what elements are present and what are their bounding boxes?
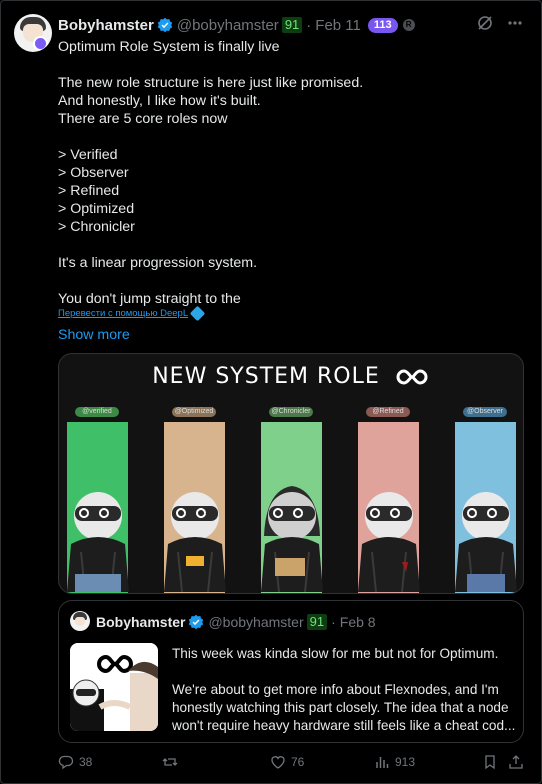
share-icon — [509, 755, 523, 769]
post-line: You don't jump straight to the — [58, 291, 241, 307]
post-line — [58, 56, 518, 74]
quote-author-name[interactable]: Bobyhamster — [96, 614, 185, 630]
reply-icon — [58, 755, 74, 770]
post-header: Bobyhamster @bobyhamster 91 · Feb 11 113… — [58, 15, 415, 35]
hamster-character — [261, 486, 323, 592]
share-button[interactable] — [508, 754, 524, 770]
post-body: Optimum Role System is finally live The … — [58, 38, 518, 308]
post-line: > Optimized — [58, 201, 135, 217]
top-right-icons — [476, 14, 524, 32]
role-tag: @Optimized — [172, 407, 216, 417]
heart-icon — [271, 756, 285, 769]
translate-label: Перевести с помощью DeepL — [58, 308, 189, 319]
post-date[interactable]: Feb 11 — [315, 17, 361, 34]
role-tag: @verified — [75, 407, 119, 417]
hamster-character — [358, 492, 420, 592]
r-badge: R — [402, 19, 415, 31]
post-line — [58, 236, 518, 254]
bookmark-icon — [485, 755, 495, 770]
quote-author-handle[interactable]: @bobyhamster — [208, 614, 303, 630]
like-count: 76 — [291, 755, 305, 769]
views-count: 913 — [395, 755, 416, 769]
media-title-text: NEW SYSTEM ROLE — [152, 364, 380, 389]
like-button[interactable]: 76 — [270, 754, 304, 770]
role-tag: @Chronicler — [269, 407, 313, 417]
post-line — [58, 128, 518, 146]
verified-badge-icon — [157, 17, 173, 33]
grok-icon[interactable] — [476, 14, 494, 32]
media-title: NEW SYSTEM ROLE — [59, 364, 523, 389]
views-icon — [376, 757, 389, 768]
author-handle[interactable]: @bobyhamster — [177, 17, 279, 34]
role-tag: @Refined — [366, 407, 410, 417]
post-line: There are 5 core roles now — [58, 111, 228, 127]
post-line: > Verified — [58, 147, 118, 163]
show-more-link[interactable]: Show more — [58, 327, 130, 343]
hamster-character — [67, 492, 129, 592]
quote-date[interactable]: Feb 8 — [340, 614, 376, 630]
quote-thumbnail[interactable] — [70, 643, 158, 731]
post-line: > Chronicler — [58, 219, 135, 235]
hamster-character — [455, 492, 517, 592]
reply-count: 38 — [79, 755, 93, 769]
quote-body: This week was kinda slow for me but not … — [172, 645, 517, 735]
post-line: It's a linear progression system. — [58, 255, 258, 271]
action-bar: 38 76 913 — [58, 754, 524, 774]
author-name[interactable]: Bobyhamster — [58, 17, 154, 34]
bookmark-button[interactable] — [482, 754, 498, 770]
quote-line: honestly watching this part closely. The… — [172, 700, 509, 715]
hamster-character — [164, 492, 226, 592]
quote-line: won't require heavy hardware still feels… — [172, 718, 516, 733]
post-line: Optimum Role System is finally live — [58, 39, 280, 55]
author-avatar[interactable] — [14, 14, 52, 52]
repost-icon — [162, 758, 178, 766]
quote-header: Bobyhamster @bobyhamster 91 · Feb 8 — [96, 614, 376, 630]
translate-link[interactable]: Перевести с помощью DeepL — [58, 305, 206, 322]
role-tag: @Observer — [463, 407, 507, 417]
views-button[interactable]: 913 — [374, 754, 415, 770]
quote-line: This week was kinda slow for me but not … — [172, 646, 499, 661]
quoted-post[interactable]: Bobyhamster @bobyhamster 91 · Feb 8 This… — [58, 600, 524, 743]
quote-author-avatar[interactable] — [70, 611, 90, 631]
repost-button[interactable] — [162, 754, 183, 770]
more-options-icon[interactable] — [506, 14, 524, 32]
post-line — [58, 272, 518, 290]
quote-line — [172, 663, 517, 681]
score-badge: 91 — [281, 17, 303, 33]
reply-button[interactable]: 38 — [58, 754, 92, 770]
separator-dot: · — [306, 16, 312, 34]
quote-line: We're about to get more info about Flexn… — [172, 682, 499, 697]
score-badge: 91 — [306, 614, 328, 630]
post-line: > Refined — [58, 183, 120, 199]
post-line: The new role structure is here just like… — [58, 75, 364, 91]
post-media-image[interactable]: NEW SYSTEM ROLE @verified @Optimized @Chro… — [58, 353, 524, 594]
verified-badge-icon — [189, 614, 204, 630]
post-line: And honestly, I like how it's built. — [58, 93, 261, 109]
post-line: > Observer — [58, 165, 129, 181]
infinity-logo-icon — [396, 369, 428, 385]
separator-dot: · — [331, 614, 336, 630]
deepl-icon — [189, 305, 206, 322]
count-pill: 113 — [367, 17, 398, 33]
